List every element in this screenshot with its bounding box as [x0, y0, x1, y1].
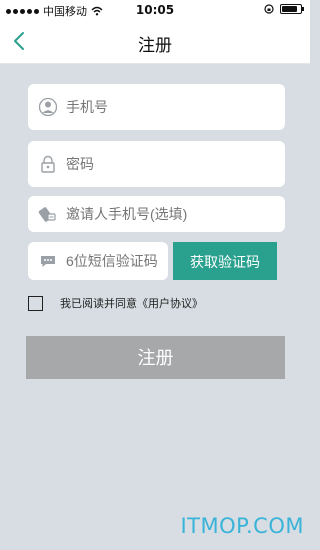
agreement-checkbox[interactable]	[28, 295, 43, 311]
navigation-bar: 注册	[0, 20, 310, 64]
sms-code-input[interactable]	[66, 242, 166, 280]
lock-icon	[41, 155, 55, 173]
sms-code-field[interactable]	[28, 242, 168, 280]
invite-phone-input[interactable]	[66, 196, 266, 232]
user-icon	[38, 97, 58, 117]
agreement-row: 我已阅读并同意《用户协议》	[28, 294, 203, 312]
password-field[interactable]	[28, 141, 285, 187]
rotation-lock-icon	[264, 4, 274, 14]
status-bar: 中国移动 10:05	[0, 0, 310, 20]
get-code-button[interactable]: 获取验证码	[173, 242, 277, 280]
page-title: 注册	[138, 36, 172, 56]
phone-input[interactable]	[66, 84, 266, 130]
phone-tag-icon	[38, 207, 56, 222]
phone-field[interactable]	[28, 84, 285, 130]
status-right	[264, 4, 304, 14]
password-input[interactable]	[66, 141, 266, 187]
battery-icon	[280, 4, 304, 14]
battery-level	[282, 6, 297, 12]
invite-phone-field[interactable]	[28, 196, 285, 232]
register-button[interactable]: 注册	[26, 336, 285, 379]
watermark: ITMOP.COM	[180, 514, 304, 538]
chat-bubble-icon	[41, 256, 55, 267]
agreement-text[interactable]: 我已阅读并同意《用户协议》	[60, 295, 203, 311]
